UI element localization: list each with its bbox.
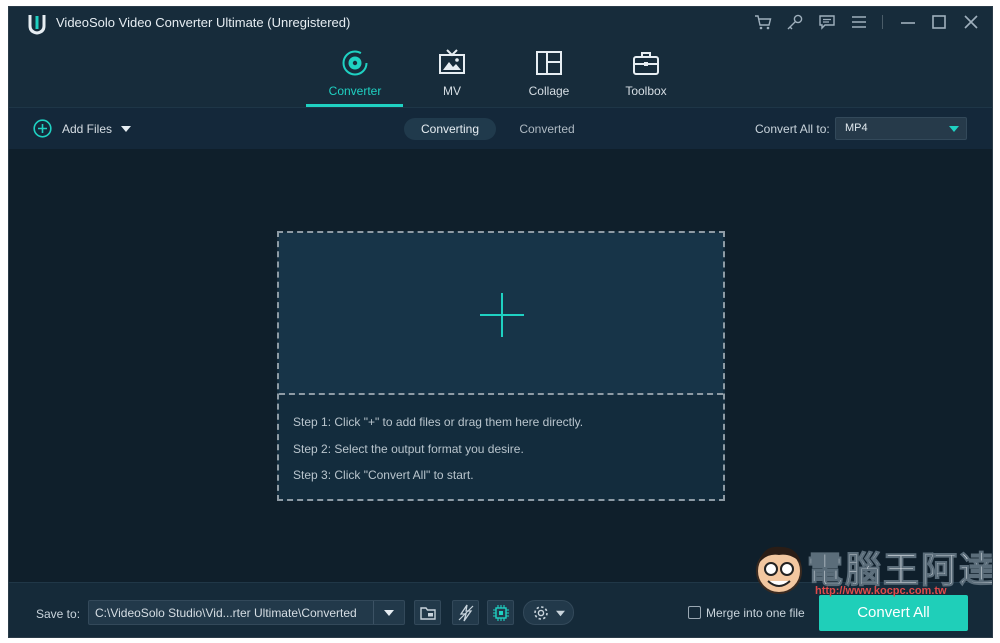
maximize-icon[interactable] (930, 13, 948, 31)
watermark-url: http://www.kocpc.com.tw (815, 585, 947, 597)
file-drop-zone[interactable]: Step 1: Click "+" to add files or drag t… (277, 231, 725, 501)
menu-icon[interactable] (850, 13, 868, 31)
tab-converted[interactable]: Converted (507, 118, 587, 140)
step-1-text: Step 1: Click "+" to add files or drag t… (293, 415, 584, 429)
drop-zone-add-area[interactable] (279, 233, 723, 395)
app-logo-icon (28, 15, 46, 35)
converter-disc-icon (340, 48, 370, 78)
title-bar: VideoSolo Video Converter Ultimate (Unre… (9, 7, 992, 107)
save-path-divider (373, 601, 374, 624)
merge-checkbox[interactable] (688, 606, 701, 619)
plus-icon[interactable] (478, 291, 526, 339)
tab-converter[interactable]: Converter (307, 45, 403, 105)
tab-mv[interactable]: MV (404, 45, 500, 105)
window-title: VideoSolo Video Converter Ultimate (Unre… (56, 15, 351, 30)
open-folder-button[interactable] (414, 600, 441, 625)
caret-down-icon[interactable] (384, 608, 394, 618)
gear-icon (534, 606, 548, 620)
output-format-select[interactable]: MP4 (835, 117, 967, 140)
collage-grid-icon (534, 48, 564, 78)
convert-all-to-label: Convert All to: (755, 122, 830, 136)
mascot-face-icon (756, 546, 802, 594)
tab-collage[interactable]: Collage (501, 45, 597, 105)
save-to-label: Save to: (36, 607, 81, 621)
tab-toolbox-label: Toolbox (625, 84, 667, 98)
watermark: 電腦王阿達 http://www.kocpc.com.tw (751, 539, 992, 603)
save-path-field[interactable]: C:\VideoSolo Studio\Vid...rter Ultimate\… (88, 600, 405, 625)
step-3-text: Step 3: Click "Convert All" to start. (293, 468, 474, 482)
minimize-icon[interactable] (899, 13, 917, 31)
caret-down-icon (949, 126, 959, 132)
caret-down-icon (556, 610, 565, 617)
hardware-acceleration-off-button[interactable] (452, 600, 479, 625)
tab-converting[interactable]: Converting (404, 118, 496, 140)
add-files-label: Add Files (62, 122, 113, 136)
app-window: VideoSolo Video Converter Ultimate (Unre… (8, 6, 993, 638)
output-format-value: MP4 (845, 122, 868, 134)
tab-mv-label: MV (443, 84, 461, 98)
lightning-off-icon (458, 604, 474, 622)
mv-tv-icon (437, 48, 467, 78)
tab-converter-label: Converter (328, 84, 382, 98)
toolbox-icon (631, 48, 661, 78)
plus-circle-icon (33, 119, 52, 138)
merge-label[interactable]: Merge into one file (706, 606, 805, 620)
feedback-icon[interactable] (818, 13, 836, 31)
tab-collage-label: Collage (528, 84, 570, 98)
step-2-text: Step 2: Select the output format you des… (293, 442, 524, 456)
toolbar: Add Files Converting Converted Convert A… (9, 107, 992, 149)
save-path-value: C:\VideoSolo Studio\Vid...rter Ultimate\… (95, 606, 357, 620)
close-icon[interactable] (962, 13, 980, 31)
caret-down-icon[interactable] (121, 124, 131, 134)
main-area: Step 1: Click "+" to add files or drag t… (9, 150, 992, 582)
cpu-chip-icon (493, 605, 509, 621)
folder-icon (420, 607, 436, 620)
tab-toolbox[interactable]: Toolbox (598, 45, 694, 105)
settings-button[interactable] (523, 600, 574, 625)
key-icon[interactable] (786, 13, 804, 31)
title-bar-divider (882, 15, 883, 29)
gpu-acceleration-on-button[interactable] (487, 600, 514, 625)
cart-icon[interactable] (754, 13, 772, 31)
